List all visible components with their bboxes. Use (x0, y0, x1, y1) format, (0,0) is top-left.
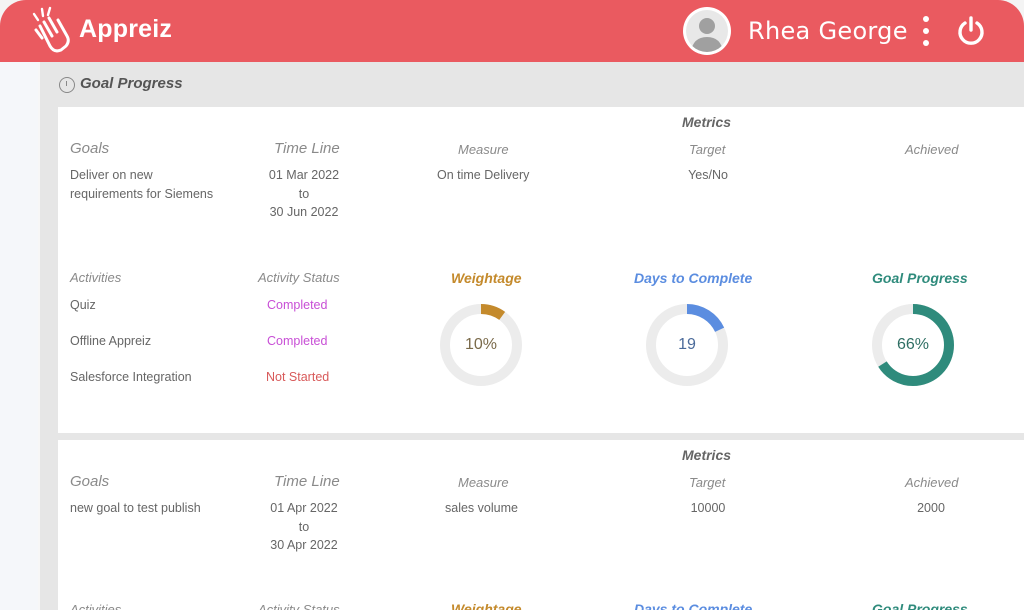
panel-title: Goal Progress (80, 75, 183, 92)
achieved-value: 2000 (917, 501, 945, 515)
goal-progress-title: Goal Progress (872, 270, 968, 286)
activities-heading: Activities (70, 270, 122, 285)
timeline-start: 01 Apr 2022 (270, 501, 338, 515)
user-avatar-icon[interactable] (683, 7, 731, 55)
goal-progress-panel: Goal Progress Metrics Goals Time Line Me… (40, 62, 1024, 610)
time-line-heading: Time Line (274, 473, 340, 490)
goal-card: Metrics Goals Time Line Measure Target A… (58, 440, 1024, 610)
left-sidebar (0, 62, 38, 610)
target-heading: Target (689, 475, 726, 490)
days-to-complete-ring: 19 (642, 300, 732, 390)
user-name[interactable]: Rhea George (748, 17, 908, 45)
achieved-heading: Achieved (905, 142, 959, 157)
timeline-start: 01 Mar 2022 (268, 168, 340, 182)
metrics-heading: Metrics (682, 447, 732, 463)
goals-heading: Goals (70, 473, 110, 490)
measure-value: sales volume (445, 501, 518, 515)
target-heading: Target (689, 142, 726, 157)
activity-status-heading: Activity Status (258, 602, 340, 610)
activity-name: Offline Appreiz (70, 334, 152, 348)
activity-status-badge: Completed (267, 334, 328, 348)
weightage-value: 10% (464, 336, 498, 353)
power-icon[interactable] (955, 15, 987, 47)
goals-heading: Goals (70, 140, 110, 157)
timeline-to: to (298, 520, 310, 534)
days-to-complete-title: Days to Complete (634, 270, 753, 286)
activity-status-heading: Activity Status (258, 270, 340, 285)
weightage-ring: 10% (436, 300, 526, 390)
clock-icon (59, 77, 75, 93)
goal-text: new goal to test publish (70, 501, 201, 515)
goal-text-line1: Deliver on new (70, 168, 153, 182)
measure-value: On time Delivery (437, 168, 530, 182)
days-to-complete-value: 19 (678, 336, 696, 353)
days-to-complete-title: Days to Complete (634, 601, 753, 610)
goal-progress-title: Goal Progress (872, 601, 968, 610)
metrics-heading: Metrics (682, 114, 732, 130)
timeline-end: 30 Apr 2022 (270, 538, 338, 552)
activities-heading: Activities (70, 602, 122, 610)
activity-name: Quiz (70, 298, 96, 312)
goal-text-line2: requirements for Siemens (70, 187, 214, 201)
kebab-menu-icon[interactable] (917, 12, 935, 52)
measure-heading: Measure (458, 475, 509, 490)
timeline-end: 30 Jun 2022 (269, 205, 339, 219)
goal-card: Metrics Goals Time Line Measure Target A… (58, 107, 1024, 433)
time-line-heading: Time Line (274, 140, 340, 157)
app-window: Appreiz Rhea George Goal Progress Metric… (0, 0, 1024, 610)
weightage-title: Weightage (451, 601, 522, 610)
weightage-title: Weightage (451, 270, 522, 286)
activity-name: Salesforce Integration (70, 370, 192, 384)
goal-progress-value: 66% (896, 336, 930, 353)
goal-progress-ring: 66% (868, 300, 958, 390)
brand-name[interactable]: Appreiz (79, 15, 172, 44)
activity-status-badge: Completed (267, 298, 328, 312)
target-value: 10000 (690, 501, 726, 515)
clapping-hand-logo-icon[interactable] (30, 6, 74, 56)
top-header: Appreiz Rhea George (0, 0, 1024, 62)
measure-heading: Measure (458, 142, 509, 157)
activity-status-badge: Not Started (266, 370, 330, 384)
achieved-heading: Achieved (905, 475, 959, 490)
timeline-to: to (298, 187, 310, 201)
target-value: Yes/No (688, 168, 728, 182)
